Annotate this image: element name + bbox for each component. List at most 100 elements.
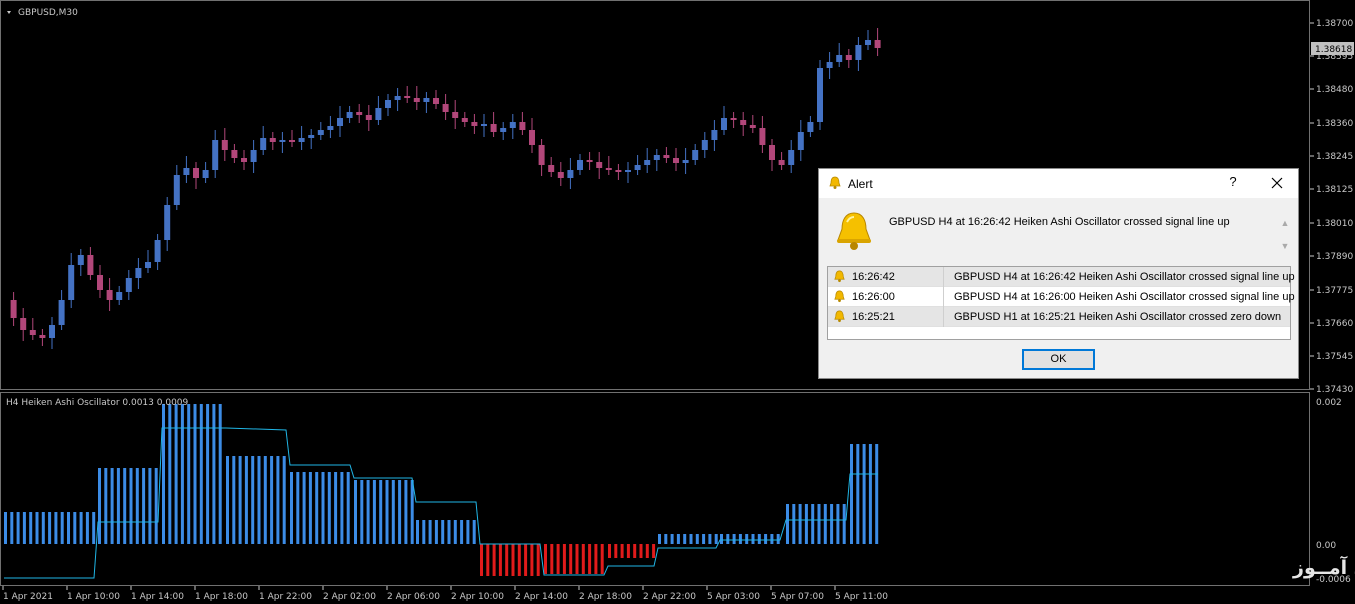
candle-body bbox=[269, 138, 276, 142]
candle-body bbox=[289, 140, 295, 142]
candle-body bbox=[442, 104, 449, 112]
histogram-bar bbox=[282, 456, 286, 544]
time-axis: 1 Apr 2021 1 Apr 10:00 1 Apr 14:00 1 Apr 18… bbox=[2, 586, 888, 602]
help-button[interactable]: ? bbox=[1225, 174, 1241, 189]
candle-body bbox=[385, 100, 391, 108]
alert-titlebar[interactable]: Alert ? bbox=[819, 169, 1298, 198]
histogram-bar bbox=[868, 444, 872, 544]
histogram-bar bbox=[486, 544, 490, 576]
candle-body bbox=[673, 158, 679, 163]
histogram-bar bbox=[321, 472, 325, 544]
histogram-bar bbox=[73, 512, 77, 544]
candle-body bbox=[529, 130, 535, 145]
alert-history-list: 16:26:42 GBPUSD H4 at 16:26:42 Heiken As… bbox=[827, 266, 1295, 340]
histogram-bar bbox=[391, 480, 395, 544]
list-item[interactable]: 16:26:42 GBPUSD H4 at 16:26:42 Heiken As… bbox=[828, 267, 1295, 287]
histogram-bar bbox=[536, 544, 540, 576]
list-item[interactable]: 16:25:21 GBPUSD H1 at 16:25:21 Heiken As… bbox=[828, 307, 1290, 327]
candle-body bbox=[519, 122, 526, 130]
price-label: 1.38360 bbox=[1316, 119, 1353, 129]
time-label: 2 Apr 10:00 bbox=[451, 592, 504, 602]
histogram-bar bbox=[206, 404, 210, 544]
alert-row-message: GBPUSD H4 at 16:26:00 Heiken Ashi Oscill… bbox=[954, 291, 1295, 303]
candle-body bbox=[481, 124, 487, 126]
candle-body bbox=[87, 255, 94, 275]
candle-body bbox=[769, 145, 775, 160]
candle-body bbox=[509, 122, 516, 128]
scroll-up-icon[interactable]: ▲ bbox=[1279, 218, 1291, 228]
candle-body bbox=[298, 138, 305, 142]
histogram-bar bbox=[544, 544, 547, 574]
candle-body bbox=[39, 335, 46, 338]
histogram-bar bbox=[811, 504, 815, 544]
histogram-bar bbox=[447, 520, 451, 544]
time-label: 2 Apr 22:00 bbox=[643, 592, 696, 602]
histogram-bar bbox=[193, 404, 197, 544]
histogram-bar bbox=[308, 472, 312, 544]
scroll-down-icon[interactable]: ▼ bbox=[1279, 241, 1291, 251]
price-label: 1.38700 bbox=[1316, 19, 1353, 29]
candle-body bbox=[231, 150, 238, 158]
histogram-bar bbox=[379, 480, 383, 544]
histogram-bar bbox=[804, 504, 808, 544]
histogram-bar bbox=[16, 512, 20, 544]
candle-body bbox=[241, 158, 247, 162]
candle-body bbox=[701, 140, 708, 150]
histogram-bar bbox=[85, 512, 89, 544]
candle-body bbox=[845, 55, 852, 60]
candle-body bbox=[183, 168, 190, 175]
candle-body bbox=[308, 135, 315, 138]
histogram-bar bbox=[764, 534, 768, 544]
histogram-bar bbox=[238, 456, 242, 544]
histogram-bar bbox=[244, 456, 248, 544]
time-label: 1 Apr 10:00 bbox=[67, 592, 120, 602]
candle-body bbox=[653, 155, 660, 160]
alert-message: GBPUSD H4 at 16:26:42 Heiken Ashi Oscill… bbox=[889, 216, 1230, 228]
candle-body bbox=[490, 124, 497, 132]
candle-body bbox=[644, 160, 651, 165]
list-item[interactable]: 16:26:00 GBPUSD H4 at 16:26:00 Heiken As… bbox=[828, 287, 1295, 307]
histogram-bar bbox=[110, 468, 114, 544]
histogram-bar bbox=[410, 480, 414, 544]
ok-button[interactable]: OK bbox=[1022, 349, 1095, 370]
time-label: 1 Apr 22:00 bbox=[259, 592, 312, 602]
candle-body bbox=[596, 162, 603, 168]
alert-time: 16:25:21 bbox=[852, 311, 895, 323]
candle-body bbox=[68, 265, 75, 300]
large-bell-icon bbox=[837, 212, 871, 250]
candle-body bbox=[538, 145, 545, 165]
histogram-bar bbox=[751, 534, 755, 544]
candle-body bbox=[58, 300, 65, 325]
histogram-bar bbox=[10, 512, 14, 544]
candle-body bbox=[394, 96, 401, 100]
candle-body bbox=[605, 168, 612, 170]
bell-icon bbox=[834, 310, 845, 323]
candle-body bbox=[145, 262, 151, 268]
histogram-bar bbox=[511, 544, 515, 576]
histogram-bar bbox=[174, 404, 178, 544]
chart-title: GBPUSD,M30 bbox=[18, 8, 78, 18]
oscillator-histogram bbox=[4, 404, 879, 576]
price-label: 1.37890 bbox=[1316, 252, 1353, 262]
histogram-bar bbox=[556, 544, 560, 574]
histogram-bar bbox=[79, 512, 83, 544]
histogram-bar bbox=[720, 534, 723, 544]
close-icon[interactable] bbox=[1267, 173, 1287, 193]
alert-row-message: GBPUSD H4 at 16:26:42 Heiken Ashi Oscill… bbox=[954, 271, 1295, 283]
histogram-bar bbox=[460, 520, 464, 544]
histogram-bar bbox=[263, 456, 267, 544]
histogram-bar bbox=[334, 472, 338, 544]
histogram-bar bbox=[434, 520, 438, 544]
histogram-bar bbox=[104, 468, 108, 544]
candle-body bbox=[788, 150, 795, 165]
histogram-bar bbox=[315, 472, 319, 544]
histogram-bar bbox=[441, 520, 445, 544]
candle-body bbox=[778, 160, 785, 165]
candle-body bbox=[317, 130, 324, 135]
histogram-bar bbox=[575, 544, 579, 574]
price-label: 1.38125 bbox=[1316, 185, 1353, 195]
histogram-bar bbox=[645, 544, 649, 558]
histogram-bar bbox=[327, 472, 331, 544]
candlesticks bbox=[10, 28, 881, 349]
dropdown-triangle-icon[interactable] bbox=[7, 11, 11, 14]
